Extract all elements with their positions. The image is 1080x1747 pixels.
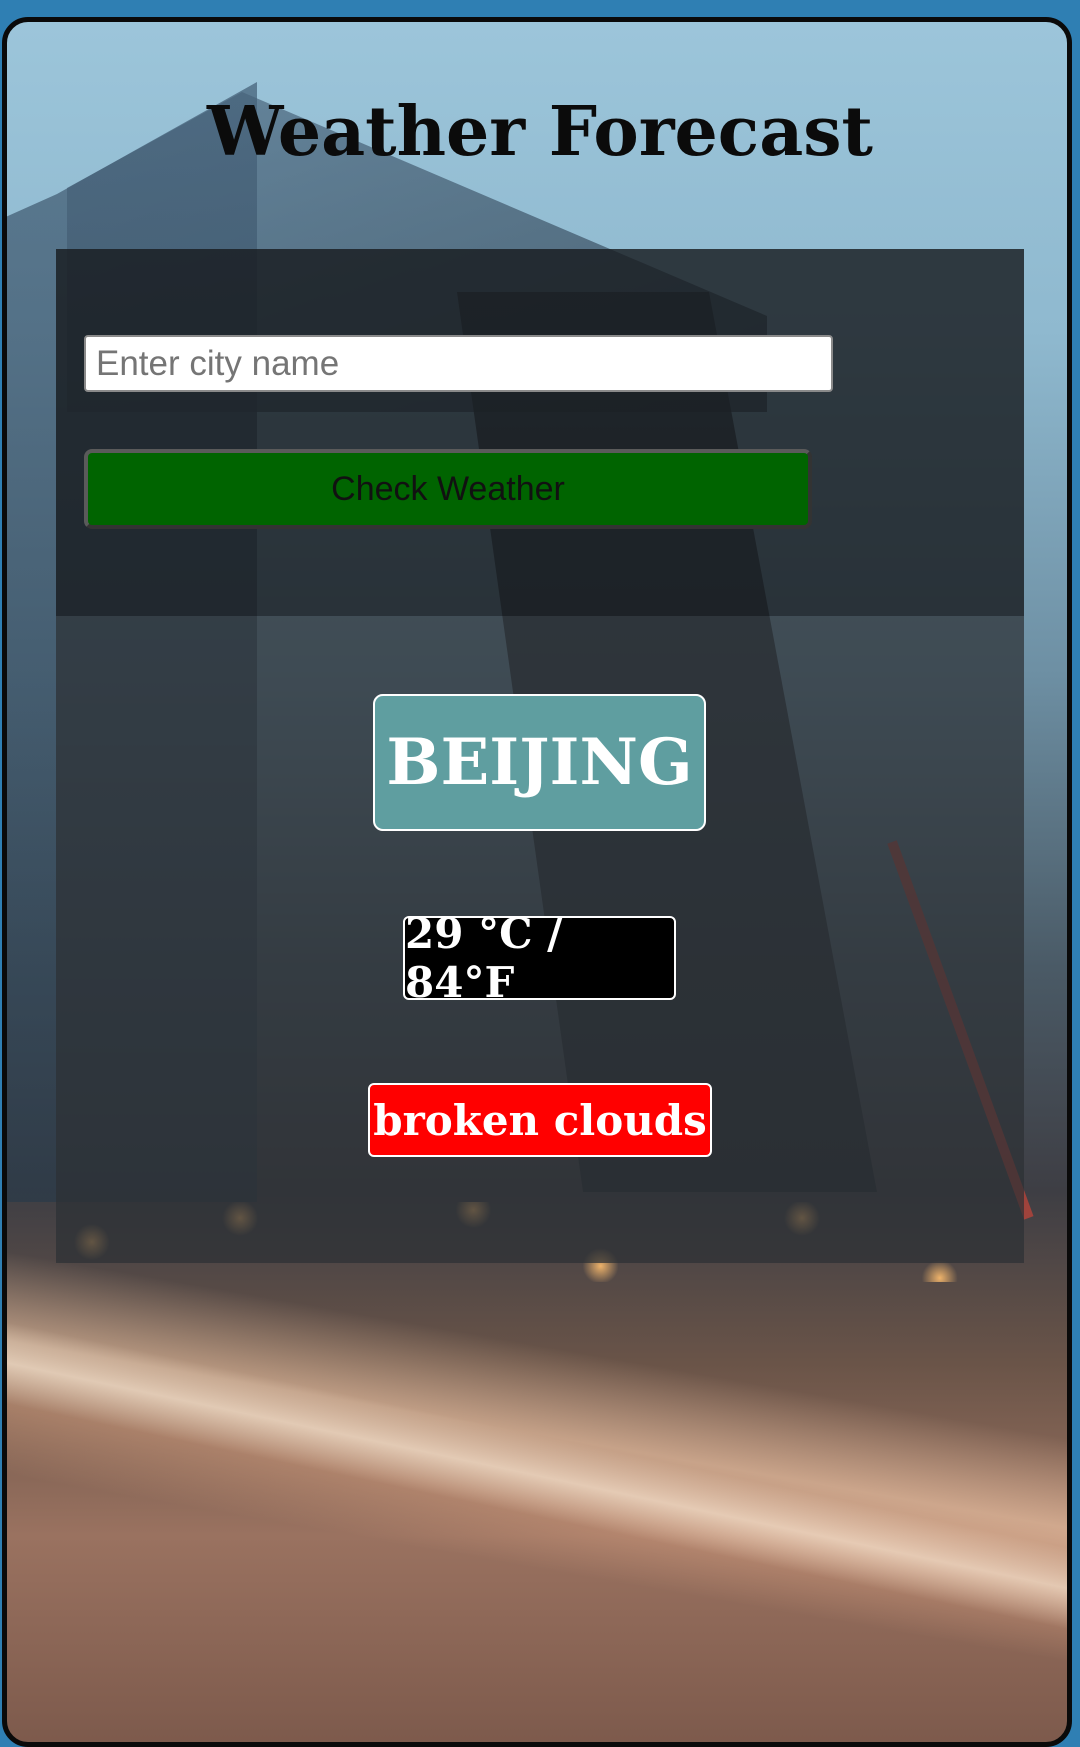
check-weather-button[interactable]: Check Weather <box>84 449 812 529</box>
weather-result-panel: BEIJING 29 °C / 84°F broken clouds <box>56 616 1024 1263</box>
page-title: Weather Forecast <box>207 92 873 172</box>
weather-description-badge: broken clouds <box>368 1083 712 1157</box>
temperature-badge: 29 °C / 84°F <box>403 909 676 1007</box>
city-search-input[interactable] <box>84 335 833 392</box>
city-name-badge: BEIJING <box>373 694 706 831</box>
search-panel: Check Weather <box>56 249 1024 616</box>
